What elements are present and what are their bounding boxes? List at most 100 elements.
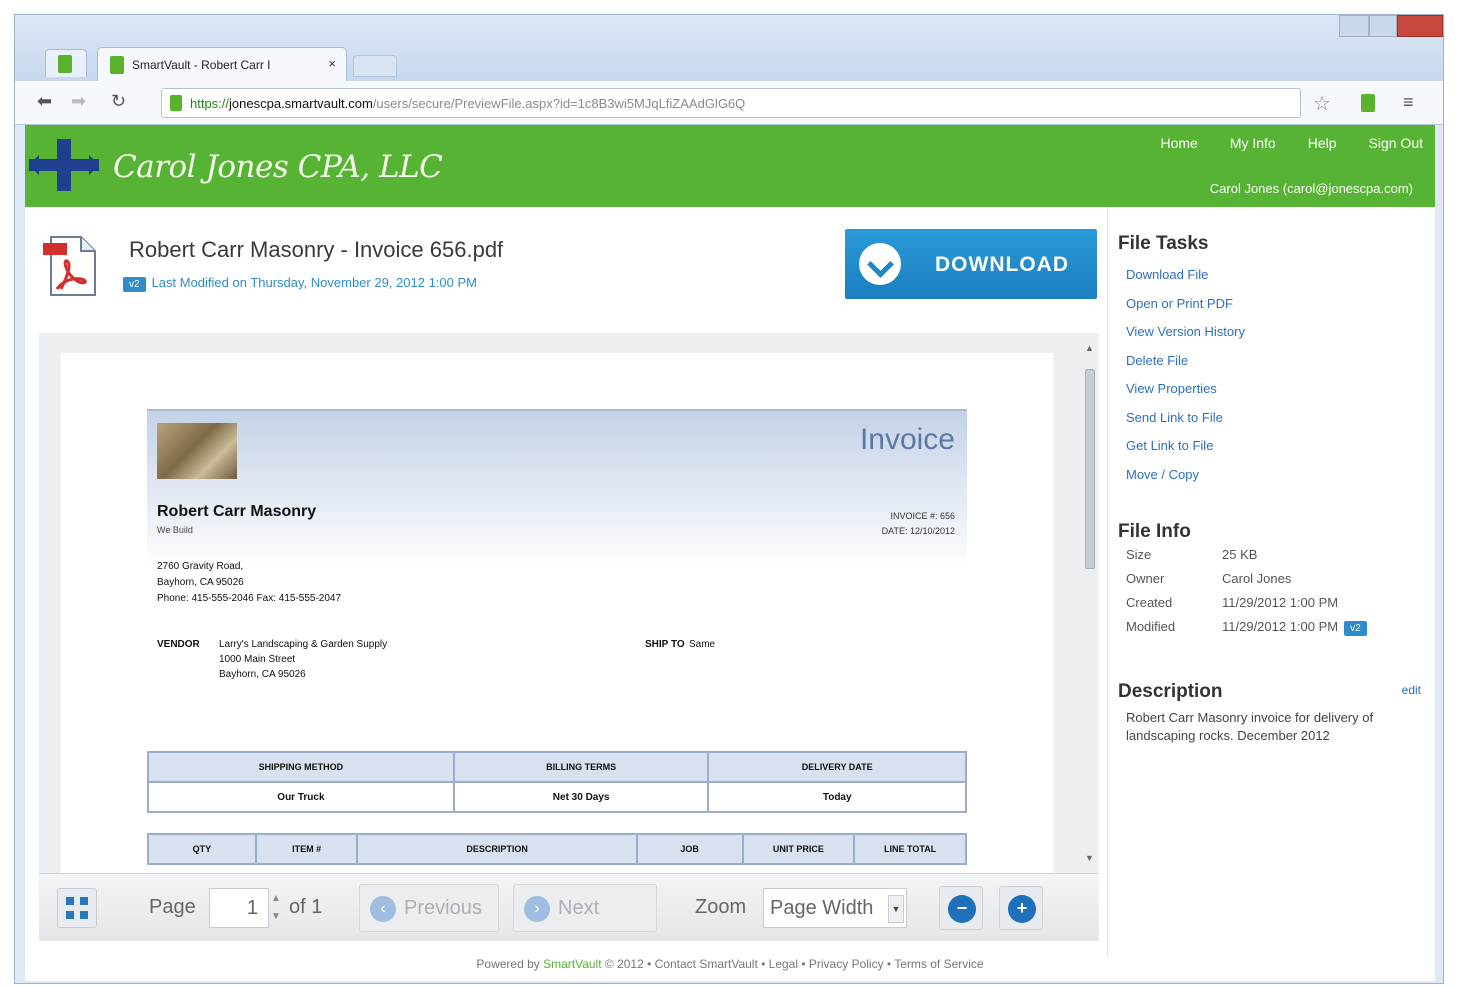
task-view-version-history[interactable]: View Version History (1126, 324, 1245, 353)
zoom-value: Page Width (770, 897, 874, 919)
firm-logo-text[interactable]: Carol Jones CPA, LLC (113, 149, 443, 185)
version-badge[interactable]: v2 (123, 277, 146, 292)
invoice-vendor: VENDOR Larry's Landscaping & Garden Suppl… (157, 639, 388, 680)
info-row-modified: Modified 11/29/2012 1:00 PM v2 (1126, 619, 1367, 643)
task-open-print-pdf[interactable]: Open or Print PDF (1126, 296, 1245, 325)
tab-close-icon[interactable]: × (328, 56, 336, 71)
previous-label: Previous (404, 897, 482, 919)
thumbnails-button[interactable] (57, 888, 97, 928)
current-user: Carol Jones (carol@jonescpa.com) (1209, 181, 1413, 196)
task-send-link[interactable]: Send Link to File (1126, 410, 1245, 439)
scroll-up-icon[interactable]: ▲ (1085, 343, 1094, 353)
line-items-table: QTY ITEM # DESCRIPTION JOB UNIT PRICE LI… (147, 833, 967, 865)
file-tasks-title: File Tasks (1118, 233, 1209, 254)
previous-button[interactable]: ‹ Previous (359, 884, 499, 932)
pdf-file-icon (43, 236, 96, 296)
zoom-select[interactable]: Page Width ▼ (763, 888, 907, 928)
new-tab-button[interactable] (353, 55, 397, 77)
info-row-owner: Owner Carol Jones (1126, 571, 1292, 586)
zoom-out-button[interactable]: − (939, 886, 983, 930)
lock-icon (170, 95, 182, 111)
grid-icon (66, 911, 74, 919)
nav-my-info[interactable]: My Info (1230, 135, 1276, 151)
version-badge[interactable]: v2 (1344, 621, 1367, 636)
nav-sign-out[interactable]: Sign Out (1369, 135, 1423, 151)
task-download-file[interactable]: Download File (1126, 267, 1245, 296)
table-header: BILLING TERMS (452, 751, 710, 783)
edit-description-link[interactable]: edit (1402, 683, 1421, 697)
task-move-copy[interactable]: Move / Copy (1126, 467, 1245, 496)
reload-icon[interactable]: ↻ (111, 91, 126, 112)
table-cell: Our Truck (147, 781, 455, 813)
nav-help[interactable]: Help (1308, 135, 1337, 151)
table-header: DESCRIPTION (356, 833, 638, 865)
next-arrow-icon: › (524, 896, 550, 922)
app-header: Carol Jones CPA, LLC Home My Info Help S… (25, 125, 1435, 207)
scroll-down-icon[interactable]: ▼ (1085, 853, 1094, 863)
file-name: Robert Carr Masonry - Invoice 656.pdf (129, 237, 504, 262)
close-window-button[interactable] (1397, 15, 1443, 37)
top-nav: Home My Info Help Sign Out (1160, 135, 1423, 151)
maximize-button[interactable] (1369, 15, 1397, 37)
last-modified-text[interactable]: Last Modified on Thursday, November 29, … (152, 275, 477, 290)
invoice-meta: INVOICE #: 656 DATE: 12/10/2012 (881, 511, 955, 536)
table-header: SHIPPING METHOD (147, 751, 455, 783)
minimize-button[interactable] (1339, 15, 1369, 37)
invoice-address: 2760 Gravity Road, Bayhorn, CA 95026 Pho… (157, 561, 342, 604)
viewer-pager: Page ▲▼ of 1 ‹ Previous › Next Zoom Page… (39, 873, 1099, 941)
table-header: UNIT PRICE (741, 833, 856, 865)
file-info-title: File Info (1118, 521, 1191, 542)
window-controls (1339, 15, 1443, 37)
tab-active[interactable]: SmartVault - Robert Carr I × (97, 47, 347, 81)
next-label: Next (558, 897, 600, 919)
next-button[interactable]: › Next (513, 884, 657, 932)
zoom-out-icon: − (948, 895, 976, 923)
footer: Powered by SmartVault © 2012 • Contact S… (25, 957, 1435, 981)
page-number-input[interactable] (209, 888, 269, 928)
grid-icon (66, 897, 74, 905)
document-viewer: Invoice Robert Carr Masonry We Build INV… (39, 333, 1099, 873)
pdf-page: Invoice Robert Carr Masonry We Build INV… (61, 353, 1053, 873)
main-content: Robert Carr Masonry - Invoice 656.pdf v2… (25, 207, 1435, 981)
download-button[interactable]: DOWNLOAD (845, 229, 1097, 299)
nav-home[interactable]: Home (1160, 135, 1197, 151)
forward-icon[interactable]: ➡ (71, 91, 86, 112)
table-cell: Today (707, 781, 967, 813)
footer-prefix: Powered by (476, 957, 544, 971)
task-delete-file[interactable]: Delete File (1126, 353, 1245, 382)
star-icon[interactable]: ☆ (1313, 91, 1331, 116)
tab-strip: SmartVault - Robert Carr I × (15, 15, 1443, 81)
smartvault-favicon-icon (58, 55, 72, 73)
address-bar[interactable]: https://jonescpa.smartvault.com/users/se… (161, 88, 1301, 118)
grid-icon (80, 897, 88, 905)
page-stepper-icon[interactable]: ▲ ▼ (271, 890, 281, 926)
zoom-in-icon: + (1008, 895, 1036, 923)
info-row-size: Size 25 KB (1126, 547, 1258, 562)
zoom-label: Zoom (695, 896, 747, 918)
scroll-thumb[interactable] (1085, 369, 1095, 569)
zoom-in-button[interactable]: + (999, 886, 1043, 930)
invoice-motto: We Build (157, 525, 193, 535)
chevron-down-icon: ▼ (888, 895, 904, 923)
task-get-link[interactable]: Get Link to File (1126, 438, 1245, 467)
footer-links[interactable]: © 2012 • Contact SmartVault • Legal • Pr… (602, 957, 984, 971)
info-row-created: Created 11/29/2012 1:00 PM (1126, 595, 1339, 610)
invoice-ship-to: SHIP TO Same (645, 639, 716, 650)
download-label: DOWNLOAD (935, 253, 1069, 276)
grid-icon (80, 911, 88, 919)
menu-icon[interactable]: ≡ (1403, 92, 1414, 113)
download-arrow-icon (859, 243, 901, 285)
invoice-company: Robert Carr Masonry (157, 503, 317, 520)
table-header: LINE TOTAL (853, 833, 967, 865)
pinned-tab[interactable] (45, 49, 87, 77)
page-count: of 1 (289, 896, 323, 918)
footer-brand-link[interactable]: SmartVault (543, 957, 601, 971)
previous-arrow-icon: ‹ (370, 896, 396, 922)
url-text: https://jonescpa.smartvault.com/users/se… (190, 96, 746, 111)
viewer-scrollbar[interactable]: ▲ ▼ (1083, 343, 1097, 863)
task-view-properties[interactable]: View Properties (1126, 381, 1245, 410)
shipping-table: SHIPPING METHOD BILLING TERMS DELIVERY D… (147, 751, 967, 813)
file-info: Size 25 KB Owner Carol Jones Created 11/29/… (1126, 547, 1367, 643)
back-icon[interactable]: ⬅ (37, 91, 52, 112)
extension-icon[interactable] (1361, 94, 1375, 112)
